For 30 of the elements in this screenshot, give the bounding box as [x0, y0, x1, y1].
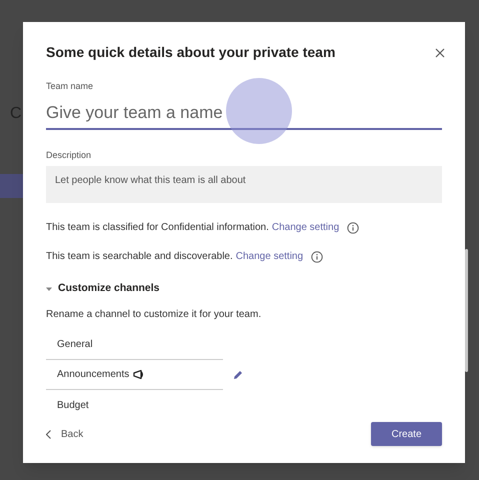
field-label: Description [46, 148, 92, 162]
channel-name: Budget [57, 398, 89, 412]
channel-name: Announcements [57, 368, 130, 382]
info-icon[interactable] [311, 250, 324, 263]
channel-row[interactable]: General [46, 330, 256, 360]
field-label: Team name [46, 80, 94, 93]
info-icon[interactable] [347, 222, 360, 234]
channel-name-field[interactable]: General [46, 330, 223, 360]
close-icon[interactable] [435, 48, 445, 58]
dialog-title: Some quick details about your private team [46, 43, 336, 62]
change-setting-link[interactable]: Change setting [236, 249, 304, 264]
scrollbar[interactable] [465, 249, 468, 372]
section-hint: Rename a channel to customize it for your team. [46, 308, 262, 322]
section-title: Customize channels [58, 281, 160, 296]
channel-name-field[interactable]: Announcements [46, 360, 223, 390]
back-button[interactable]: Back [46, 426, 84, 442]
caret-icon[interactable] [46, 286, 52, 292]
pencil-icon[interactable] [233, 370, 243, 380]
channel-row[interactable]: Announcements [46, 360, 256, 390]
setting-text: This team is searchable and discoverable. [46, 250, 233, 264]
channel-name: General [57, 338, 93, 352]
background-bar [0, 174, 23, 198]
channel-name-field[interactable]: Budget [46, 390, 223, 420]
description-field[interactable]: Let people know what this team is all about [46, 166, 442, 204]
chevron-left-icon [46, 430, 51, 438]
change-setting-link[interactable]: Change setting [272, 220, 340, 236]
team-name-field[interactable]: Give your team a name [46, 98, 442, 130]
setting-text: This team is classified for Confidential information. [46, 221, 269, 236]
create-button[interactable]: Create [371, 422, 442, 446]
channel-row[interactable]: Budget [46, 390, 256, 420]
